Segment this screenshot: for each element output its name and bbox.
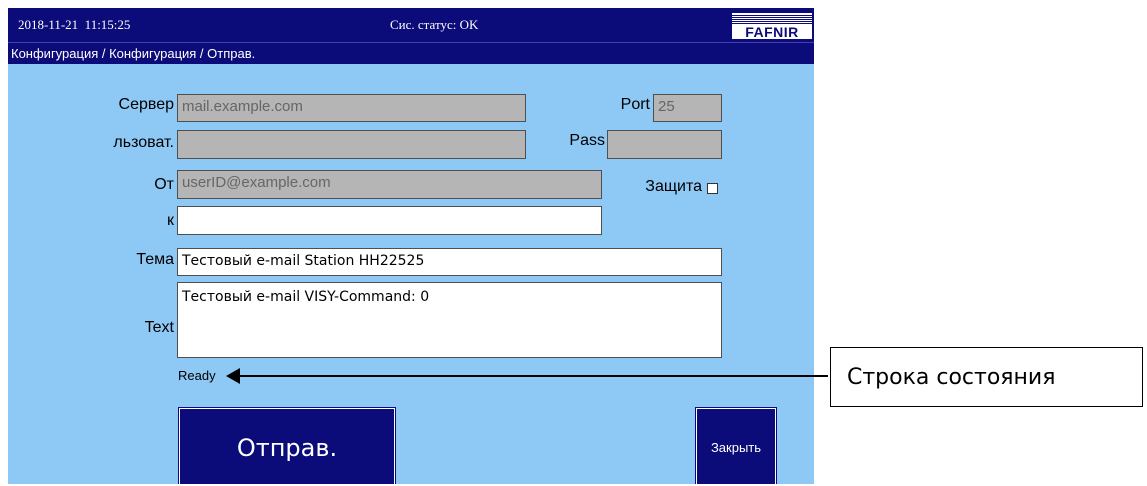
to-label: к [167, 212, 174, 229]
status-line: Ready [178, 368, 216, 383]
subject-label: Тема [136, 251, 174, 268]
pass-label: Pass [569, 132, 605, 149]
user-field[interactable] [177, 130, 526, 159]
datetime-display: 2018-11-21 11:15:25 [18, 17, 131, 32]
send-button[interactable]: Отправ. [178, 407, 396, 484]
callout-label: Строка состояния [847, 365, 1056, 390]
user-label: льзоват. [113, 134, 174, 151]
server-field[interactable]: mail.example.com [177, 94, 526, 122]
message-textarea[interactable]: Тестовый e-mail VISY-Command: 0 [177, 282, 722, 358]
top-status-bar: 2018-11-21 11:15:25 Сис. статус: OK FAFN… [8, 8, 814, 42]
to-field[interactable] [177, 206, 602, 235]
system-status: Сис. статус: OK [390, 17, 479, 32]
callout-line [238, 375, 828, 377]
close-button[interactable]: Закрыть [695, 407, 777, 484]
from-label: От [154, 176, 174, 193]
from-field[interactable]: userID@example.com [177, 170, 602, 199]
port-field[interactable]: 25 [653, 94, 722, 122]
device-screen: 2018-11-21 11:15:25 Сис. статус: OK FAFN… [8, 8, 814, 484]
fafnir-logo: FAFNIR [732, 13, 812, 40]
subject-field[interactable]: Тестовый e-mail Station HH22525 [177, 248, 722, 276]
server-label: Сервер [118, 96, 174, 113]
port-label: Port [620, 96, 650, 113]
security-checkbox[interactable] [707, 183, 718, 194]
breadcrumb: Конфигурация / Конфигурация / Отправ. [8, 42, 814, 64]
text-label: Text [144, 319, 174, 336]
logo-text: FAFNIR [745, 24, 799, 40]
security-label: Защита [645, 178, 702, 195]
callout-label-box: Строка состояния [830, 347, 1143, 407]
pass-field[interactable] [607, 130, 722, 159]
